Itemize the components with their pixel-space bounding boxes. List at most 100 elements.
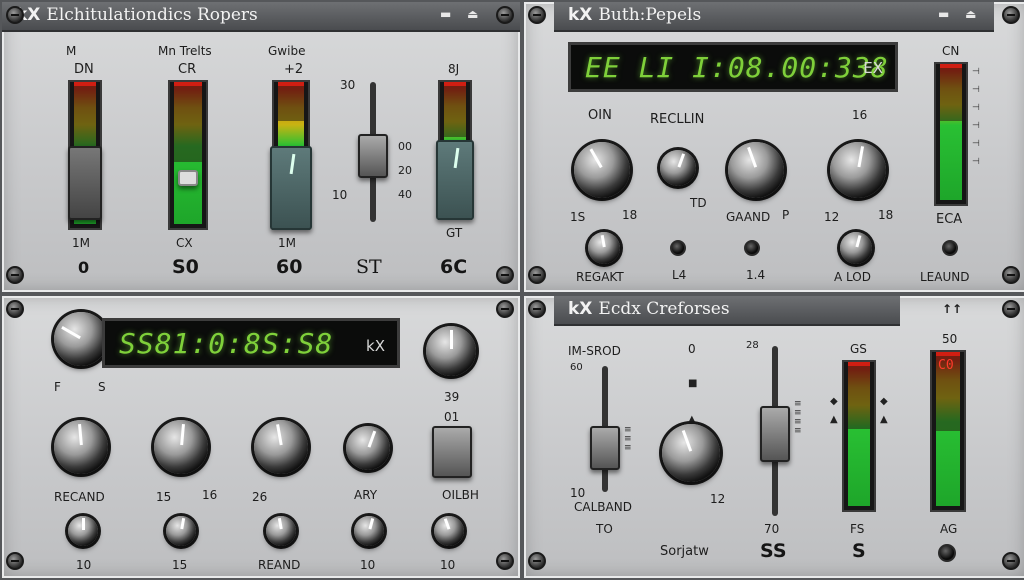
screw-icon bbox=[528, 552, 546, 570]
screw-icon bbox=[6, 300, 24, 318]
fader-scale-icon: ≡ ≡ ≡ ≡ bbox=[794, 399, 802, 436]
input-fader[interactable] bbox=[590, 366, 620, 492]
mixer-panel-bottom-right: kX Ecdx Creforses ↑↑ IM-SROD 0 28 GS 50 6… bbox=[522, 294, 1024, 580]
channel-1-low-label: 1M bbox=[72, 236, 90, 250]
fader-cap[interactable] bbox=[68, 146, 102, 220]
channel-meter bbox=[842, 360, 876, 512]
label-calband: CALBAND bbox=[574, 500, 632, 514]
knob-recllin[interactable] bbox=[660, 150, 696, 186]
label-recllin: RECLLIN bbox=[650, 112, 705, 127]
panel-title: kX Ecdx Creforses bbox=[568, 299, 730, 319]
button-leaund[interactable] bbox=[942, 240, 958, 256]
title-bar: kX Buth:Pepels ▬ ⏏ bbox=[554, 2, 994, 32]
knob-main[interactable] bbox=[54, 312, 108, 366]
button-1-4[interactable] bbox=[744, 240, 760, 256]
knob-gaand[interactable] bbox=[728, 142, 784, 198]
fader-cap[interactable] bbox=[178, 170, 198, 186]
knob-reand[interactable] bbox=[266, 516, 296, 546]
knob-15[interactable] bbox=[154, 420, 208, 474]
title-bar: kX Ecdx Creforses bbox=[554, 296, 900, 326]
window-buttons[interactable]: ▬ ⏏ bbox=[440, 7, 485, 21]
screw-icon bbox=[6, 552, 24, 570]
label-p: P bbox=[782, 208, 790, 222]
scale-mark-3: 40 bbox=[398, 188, 412, 201]
fader-cap[interactable] bbox=[432, 426, 472, 478]
knob-a-lod[interactable] bbox=[840, 232, 872, 264]
channel-5-fader[interactable] bbox=[436, 140, 474, 220]
channel-2-header: Mn Trelts bbox=[158, 44, 212, 58]
arrows-icon: ↑↑ bbox=[942, 302, 963, 316]
kx-logo: kX bbox=[568, 299, 593, 319]
fader-cap[interactable] bbox=[436, 140, 474, 220]
label-15a: 15 bbox=[156, 490, 172, 504]
fader-cap[interactable] bbox=[358, 134, 388, 178]
label-39: 39 bbox=[444, 390, 460, 404]
channel-fader[interactable] bbox=[760, 346, 790, 516]
button-l4[interactable] bbox=[670, 240, 686, 256]
label-ary: ARY bbox=[354, 488, 378, 502]
marker-icon: ▲ bbox=[880, 414, 888, 425]
channel-1-fader[interactable] bbox=[68, 132, 102, 232]
output-meter bbox=[934, 62, 968, 206]
channel-4-fader[interactable] bbox=[358, 82, 388, 222]
label-15b: 15 bbox=[172, 558, 188, 572]
knob-10a[interactable] bbox=[68, 516, 98, 546]
label-fs: FS bbox=[850, 522, 865, 536]
knob-oin[interactable] bbox=[574, 142, 630, 198]
label-sorjatw: Sorjatw bbox=[660, 544, 709, 559]
knob-10b[interactable] bbox=[354, 516, 384, 546]
screw-icon bbox=[1002, 300, 1020, 318]
label-s: S bbox=[852, 540, 866, 562]
channel-3-low-label: 1M bbox=[278, 236, 296, 250]
knob-16[interactable] bbox=[830, 142, 886, 198]
knob-10c[interactable] bbox=[434, 516, 464, 546]
meter-mask bbox=[278, 86, 304, 121]
panel-title-text: Ecdx Creforses bbox=[598, 299, 730, 319]
slider-oilbh[interactable] bbox=[432, 426, 472, 478]
counter-display-unit: kX bbox=[366, 337, 385, 355]
knob-regakt[interactable] bbox=[588, 232, 620, 264]
label-gs: GS bbox=[850, 342, 867, 356]
time-display: EE LI I:08.00:338 EX bbox=[568, 42, 898, 92]
window-buttons[interactable]: ▬ ⏏ bbox=[938, 7, 983, 21]
knob-ary[interactable] bbox=[346, 426, 390, 470]
label-12: 12 bbox=[710, 492, 726, 506]
knob-39[interactable] bbox=[426, 326, 476, 376]
knob-15b[interactable] bbox=[166, 516, 196, 546]
fader-cap[interactable] bbox=[760, 406, 790, 462]
screw-icon bbox=[528, 6, 546, 24]
label-18a: 18 bbox=[622, 208, 638, 222]
marker-icon: ◆ bbox=[830, 396, 838, 407]
label-1s: 1S bbox=[570, 210, 586, 224]
channel-2-fader[interactable] bbox=[178, 152, 198, 212]
kx-logo: kX bbox=[568, 5, 593, 25]
panel-title-text: Elchitulationdics Ropers bbox=[46, 5, 258, 25]
label-ss: SS bbox=[760, 540, 787, 562]
fader-cap[interactable] bbox=[270, 146, 312, 230]
knob-center[interactable] bbox=[662, 424, 720, 482]
channel-5-subheader: 8J bbox=[448, 62, 460, 76]
knob-recand[interactable] bbox=[54, 420, 108, 474]
screw-icon bbox=[6, 266, 24, 284]
label-50: 50 bbox=[942, 332, 958, 346]
label-oin: OIN bbox=[588, 108, 612, 123]
label-01: 01 bbox=[444, 410, 460, 424]
channel-3-fader[interactable] bbox=[270, 142, 312, 232]
fader-cap[interactable] bbox=[590, 426, 620, 470]
label-a-lod: A LOD bbox=[834, 270, 871, 284]
label-im-srod: IM-SROD bbox=[568, 344, 621, 358]
panel-title: kX Elchitulationdics Ropers bbox=[16, 5, 258, 25]
marker-icon: ◆ bbox=[880, 396, 888, 407]
screw-icon bbox=[1002, 552, 1020, 570]
knob-26[interactable] bbox=[254, 420, 308, 474]
label-reand: REAND bbox=[258, 558, 301, 572]
meter-mask bbox=[940, 68, 962, 121]
meter-mask bbox=[444, 86, 466, 137]
label-to: TO bbox=[596, 522, 613, 536]
label-10a: 10 bbox=[76, 558, 92, 572]
label-1-4: 1.4 bbox=[746, 268, 766, 282]
time-display-digits: EE LI I:08.00:338 bbox=[585, 51, 889, 84]
channel-4-value: ST bbox=[356, 256, 382, 278]
button-power[interactable] bbox=[938, 544, 956, 562]
scale-top: 30 bbox=[340, 78, 356, 92]
